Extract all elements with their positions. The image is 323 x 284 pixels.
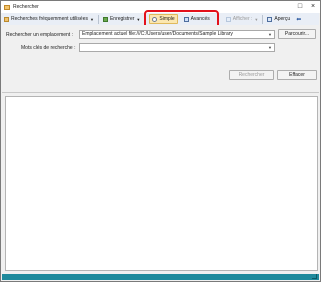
folder-search-icon [4,4,10,10]
resize-grip-icon[interactable] [312,274,317,279]
chevron-down-icon: ▼ [89,16,94,22]
view-icon [225,16,231,22]
status-bar [2,274,319,280]
pin-button[interactable]: ⬅ [294,14,303,24]
window-title: Rechercher [13,4,39,10]
close-button[interactable]: × [308,2,318,11]
preview-icon [267,16,273,22]
browse-button[interactable]: Parcourir... [278,29,316,39]
preview-button[interactable]: Aperçu [265,14,292,24]
results-area[interactable] [5,96,318,271]
chevron-down-icon: ▼ [268,45,272,50]
location-label: Rechercher un emplacement : [6,32,73,38]
toolbar-divider [97,14,99,24]
search-window: Rechercher □ × Recherches fréquemment ut… [0,0,321,282]
divider [2,92,319,93]
arrow-icon: ⬅ [296,16,302,23]
display-button[interactable]: Afficher : ▼ [224,14,261,24]
keywords-field[interactable]: ▼ [79,43,275,52]
toolbar-divider [262,14,264,24]
search-button[interactable]: Rechercher [229,70,274,80]
frequent-searches-button[interactable]: Recherches fréquemment utilisées ▼ [2,14,96,24]
display-label: Afficher : [232,16,253,22]
keywords-label: Mots clés de recherche : [21,45,76,51]
frequent-searches-label: Recherches fréquemment utilisées [11,16,88,22]
clear-button[interactable]: Effacer [277,70,317,80]
save-label: Enregistrer [109,16,135,22]
chevron-down-icon: ▼ [268,32,272,37]
list-icon [4,16,9,22]
save-button[interactable]: Enregistrer ▼ [101,14,142,24]
search-criteria-panel: Rechercher un emplacement : Emplacement … [2,25,319,93]
window-controls: □ × [295,2,318,11]
chevron-down-icon: ▼ [254,16,259,22]
maximize-button[interactable]: □ [295,2,305,11]
location-value: Emplacement actuel file:///C:/Users/user… [82,31,233,37]
location-select[interactable]: Emplacement actuel file:///C:/Users/user… [79,30,275,39]
save-icon [102,16,108,22]
chevron-down-icon: ▼ [136,16,141,22]
preview-label: Aperçu [274,16,291,22]
